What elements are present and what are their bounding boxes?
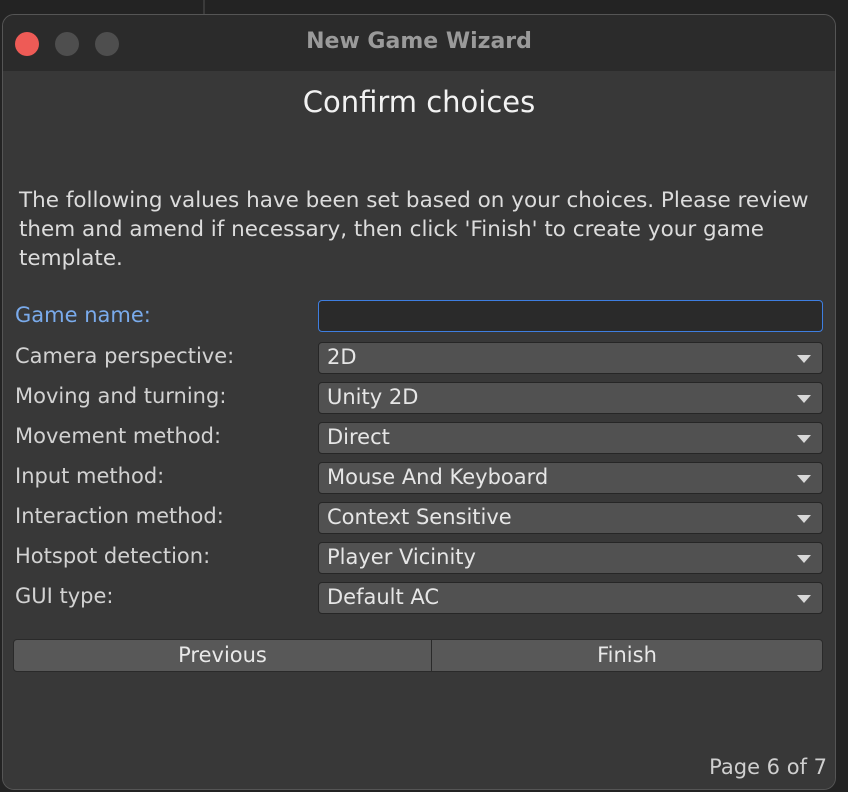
camera-perspective-dropdown[interactable]: 2D [318,342,823,374]
chevron-down-icon [797,395,811,403]
hotspot-detection-dropdown[interactable]: Player Vicinity [318,542,823,574]
chevron-down-icon [797,515,811,523]
movement-method-value: Direct [327,425,390,449]
chevron-down-icon [797,355,811,363]
form-row-gui-type: GUI type: Default AC [3,581,835,615]
form-row-game-name: Game name: [3,300,835,334]
form-row-input-method: Input method: Mouse And Keyboard [3,461,835,495]
form-row-moving-and-turning: Moving and turning: Unity 2D [3,381,835,415]
title-bar[interactable]: New Game Wizard [3,15,835,71]
hotspot-detection-label: Hotspot detection: [15,544,211,568]
moving-and-turning-value: Unity 2D [327,385,419,409]
movement-method-label: Movement method: [15,424,222,448]
input-method-label: Input method: [15,464,165,488]
movement-method-dropdown[interactable]: Direct [318,422,823,454]
backdrop-divider [203,0,205,14]
moving-and-turning-label: Moving and turning: [15,384,227,408]
form-row-camera-perspective: Camera perspective: 2D [3,341,835,375]
gui-type-label: GUI type: [15,584,114,608]
camera-perspective-label: Camera perspective: [15,344,235,368]
input-method-value: Mouse And Keyboard [327,465,549,489]
moving-and-turning-dropdown[interactable]: Unity 2D [318,382,823,414]
form-row-interaction-method: Interaction method: Context Sensitive [3,501,835,535]
hotspot-detection-value: Player Vicinity [327,545,476,569]
game-name-input[interactable] [318,300,823,332]
interaction-method-dropdown[interactable]: Context Sensitive [318,502,823,534]
window-title: New Game Wizard [306,29,532,54]
gui-type-dropdown[interactable]: Default AC [318,582,823,614]
chevron-down-icon [797,555,811,563]
camera-perspective-value: 2D [327,345,357,369]
finish-button[interactable]: Finish [431,639,823,672]
page-heading: Confirm choices [302,85,536,119]
wizard-content: Confirm choices The following values hav… [3,71,835,789]
interaction-method-label: Interaction method: [15,504,224,528]
chevron-down-icon [797,595,811,603]
chevron-down-icon [797,475,811,483]
input-method-dropdown[interactable]: Mouse And Keyboard [318,462,823,494]
game-name-label: Game name: [15,303,151,327]
page-description: The following values have been set based… [19,188,809,271]
previous-button[interactable]: Previous [13,639,432,672]
chevron-down-icon [797,435,811,443]
form-row-movement-method: Movement method: Direct [3,421,835,455]
page-indicator: Page 6 of 7 [709,755,827,779]
gui-type-value: Default AC [327,585,440,609]
interaction-method-value: Context Sensitive [327,505,512,529]
form-row-hotspot-detection: Hotspot detection: Player Vicinity [3,541,835,575]
wizard-window: New Game Wizard Confirm choices The foll… [2,14,836,790]
